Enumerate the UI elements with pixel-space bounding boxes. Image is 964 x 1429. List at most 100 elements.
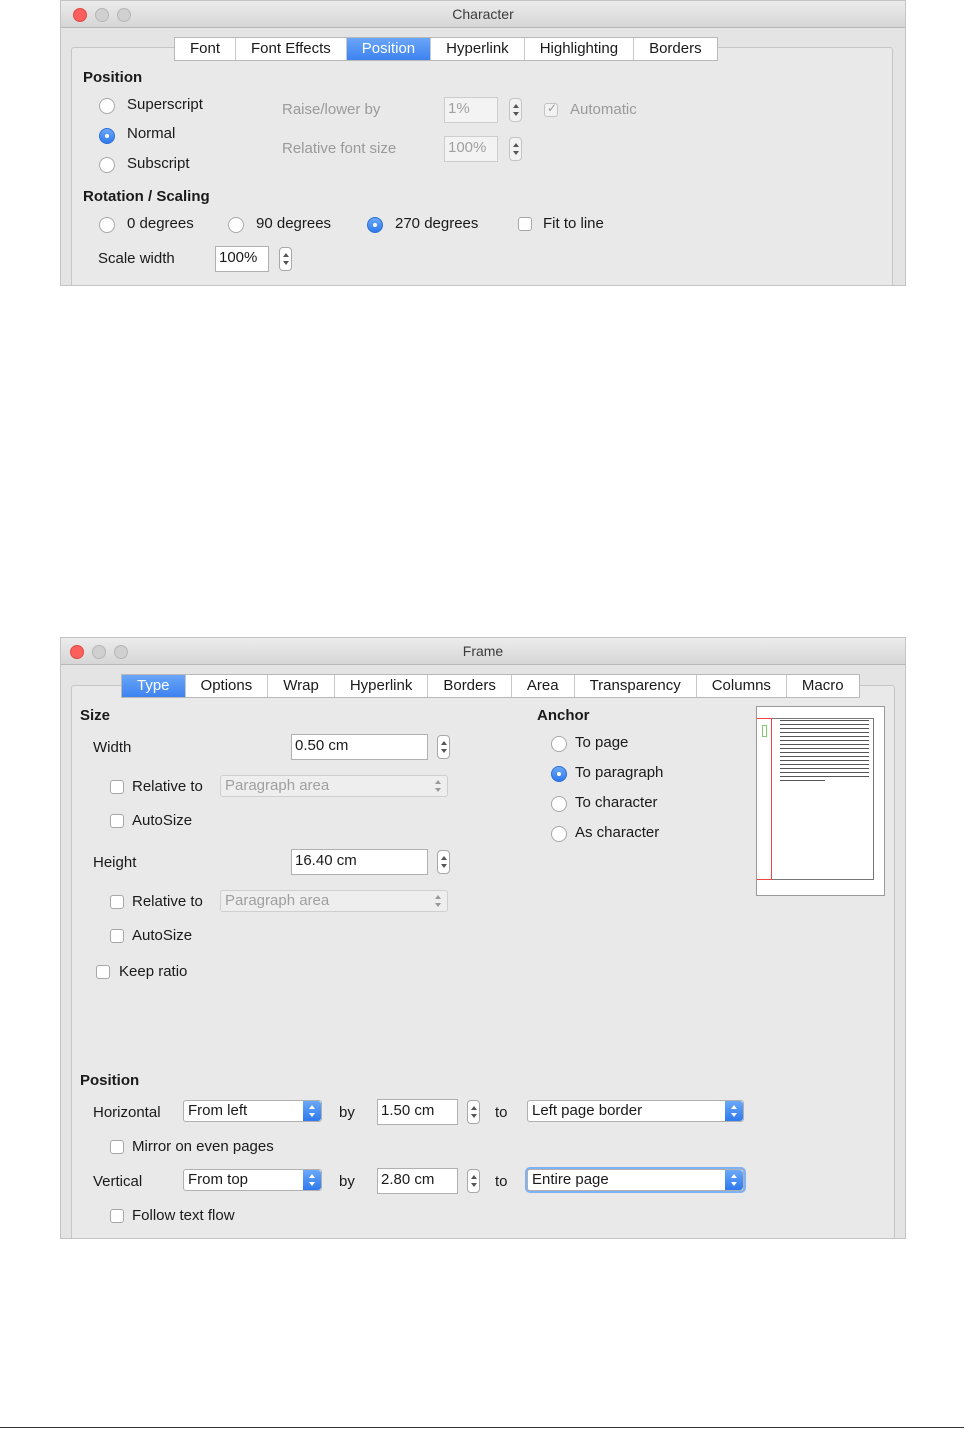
chevron-updown-icon (429, 891, 447, 911)
rotation-heading: Rotation / Scaling (83, 188, 210, 205)
height-relative-value: Paragraph area (225, 892, 330, 909)
tab-highlighting[interactable]: Highlighting (525, 38, 635, 60)
anchor-to-character-radio[interactable] (551, 796, 567, 812)
tab-transparency[interactable]: Transparency (575, 675, 697, 697)
anchor-as-character-radio[interactable] (551, 826, 567, 842)
preview-text-line (780, 776, 869, 777)
horizontal-mode-select[interactable]: From left (183, 1100, 322, 1122)
width-stepper[interactable] (437, 735, 450, 759)
width-relative-select[interactable]: Paragraph area (220, 775, 448, 797)
raise-lower-label: Raise/lower by (282, 101, 381, 118)
width-autosize-checkbox[interactable] (110, 814, 124, 828)
vertical-to-value: Entire page (532, 1171, 609, 1188)
raise-lower-input[interactable]: 1% (444, 97, 498, 123)
tab-type[interactable]: Type (122, 675, 186, 697)
preview-text-line (780, 720, 869, 721)
preview-text-line (780, 740, 869, 741)
width-autosize-label: AutoSize (132, 812, 193, 829)
90-degrees-label: 90 degrees (256, 215, 332, 232)
tab-borders[interactable]: Borders (634, 38, 717, 60)
frame-dialog: Frame Type Options Wrap Hyperlink Border… (60, 637, 906, 1239)
relative-font-size-label: Relative font size (282, 140, 397, 157)
preview-text-line (780, 780, 825, 781)
vertical-by-input[interactable]: 2.80 cm (377, 1168, 458, 1194)
subscript-radio[interactable] (99, 157, 115, 173)
character-dialog: Character Font Font Effects Position Hyp… (60, 0, 906, 286)
preview-page (757, 718, 874, 880)
follow-text-flow-label: Follow text flow (132, 1207, 235, 1224)
tab-area[interactable]: Area (512, 675, 575, 697)
tab-columns[interactable]: Columns (697, 675, 787, 697)
preview-text-line (780, 772, 869, 773)
tab-position[interactable]: Position (346, 38, 432, 60)
preview-frame-marker (757, 718, 772, 880)
automatic-label: Automatic (570, 101, 637, 118)
dialog-title: Character (452, 6, 514, 22)
size-heading: Size (80, 707, 111, 724)
vertical-to-label: to (495, 1173, 508, 1190)
horizontal-by-stepper[interactable] (467, 1100, 480, 1124)
automatic-checkbox[interactable]: ✓ (544, 101, 558, 117)
270-degrees-radio[interactable] (367, 217, 383, 233)
superscript-radio[interactable] (99, 98, 115, 114)
preview-text-line (780, 764, 869, 765)
tab-borders[interactable]: Borders (428, 675, 512, 697)
keep-ratio-checkbox[interactable] (96, 965, 110, 979)
position-heading: Position (80, 1072, 140, 1089)
preview-text-line (780, 736, 869, 737)
preview-text-line (780, 752, 869, 753)
tab-macro[interactable]: Macro (787, 675, 859, 697)
preview-text-line (780, 748, 869, 749)
chevron-updown-icon (303, 1170, 321, 1190)
height-stepper[interactable] (437, 850, 450, 874)
horizontal-mode-value: From left (188, 1102, 248, 1119)
character-tab-bar: Font Font Effects Position Hyperlink Hig… (174, 37, 718, 61)
preview-text-line (780, 756, 869, 757)
preview-text-line (780, 744, 869, 745)
vertical-by-stepper[interactable] (467, 1169, 480, 1193)
relative-font-size-stepper[interactable] (509, 137, 522, 161)
0-degrees-radio[interactable] (99, 217, 115, 233)
tab-wrap[interactable]: Wrap (268, 675, 335, 697)
90-degrees-radio[interactable] (228, 217, 244, 233)
vertical-label: Vertical (93, 1173, 143, 1190)
anchor-to-character-label: To character (575, 794, 658, 811)
preview-text-line (780, 760, 869, 761)
tab-hyperlink[interactable]: Hyperlink (335, 675, 429, 697)
fit-to-line-checkbox[interactable] (518, 217, 532, 231)
scale-width-stepper[interactable] (279, 247, 292, 271)
vertical-to-select[interactable]: Entire page (527, 1169, 744, 1191)
horizontal-by-input[interactable]: 1.50 cm (377, 1099, 458, 1125)
raise-lower-stepper[interactable] (509, 98, 522, 122)
width-input[interactable]: 0.50 cm (291, 734, 428, 760)
anchor-to-paragraph-label: To paragraph (575, 764, 664, 781)
anchor-to-page-radio[interactable] (551, 736, 567, 752)
anchor-to-paragraph-radio[interactable] (551, 766, 567, 782)
tab-options[interactable]: Options (186, 675, 269, 697)
tab-font[interactable]: Font (175, 38, 237, 60)
width-label: Width (93, 739, 132, 756)
mirror-checkbox[interactable] (110, 1140, 124, 1154)
follow-text-flow-checkbox[interactable] (110, 1209, 124, 1223)
page-bottom-rule (0, 1427, 964, 1428)
chevron-updown-icon (725, 1170, 743, 1190)
tab-font-effects[interactable]: Font Effects (236, 38, 347, 60)
chevron-updown-icon (303, 1101, 321, 1121)
preview-text-line (780, 732, 869, 733)
relative-font-size-input[interactable]: 100% (444, 136, 498, 162)
horizontal-to-select[interactable]: Left page border (527, 1100, 744, 1122)
width-relative-checkbox[interactable] (110, 780, 124, 794)
fit-to-line-label: Fit to line (543, 215, 604, 232)
height-relative-select[interactable]: Paragraph area (220, 890, 448, 912)
subscript-label: Subscript (127, 155, 190, 172)
vertical-mode-select[interactable]: From top (183, 1169, 322, 1191)
height-autosize-checkbox[interactable] (110, 929, 124, 943)
character-titlebar: Character (61, 1, 905, 28)
superscript-label: Superscript (127, 96, 203, 113)
height-relative-checkbox[interactable] (110, 895, 124, 909)
height-input[interactable]: 16.40 cm (291, 849, 428, 875)
scale-width-input[interactable]: 100% (215, 246, 269, 272)
tab-hyperlink[interactable]: Hyperlink (431, 38, 525, 60)
normal-radio[interactable] (99, 128, 115, 144)
270-degrees-label: 270 degrees (395, 215, 479, 232)
